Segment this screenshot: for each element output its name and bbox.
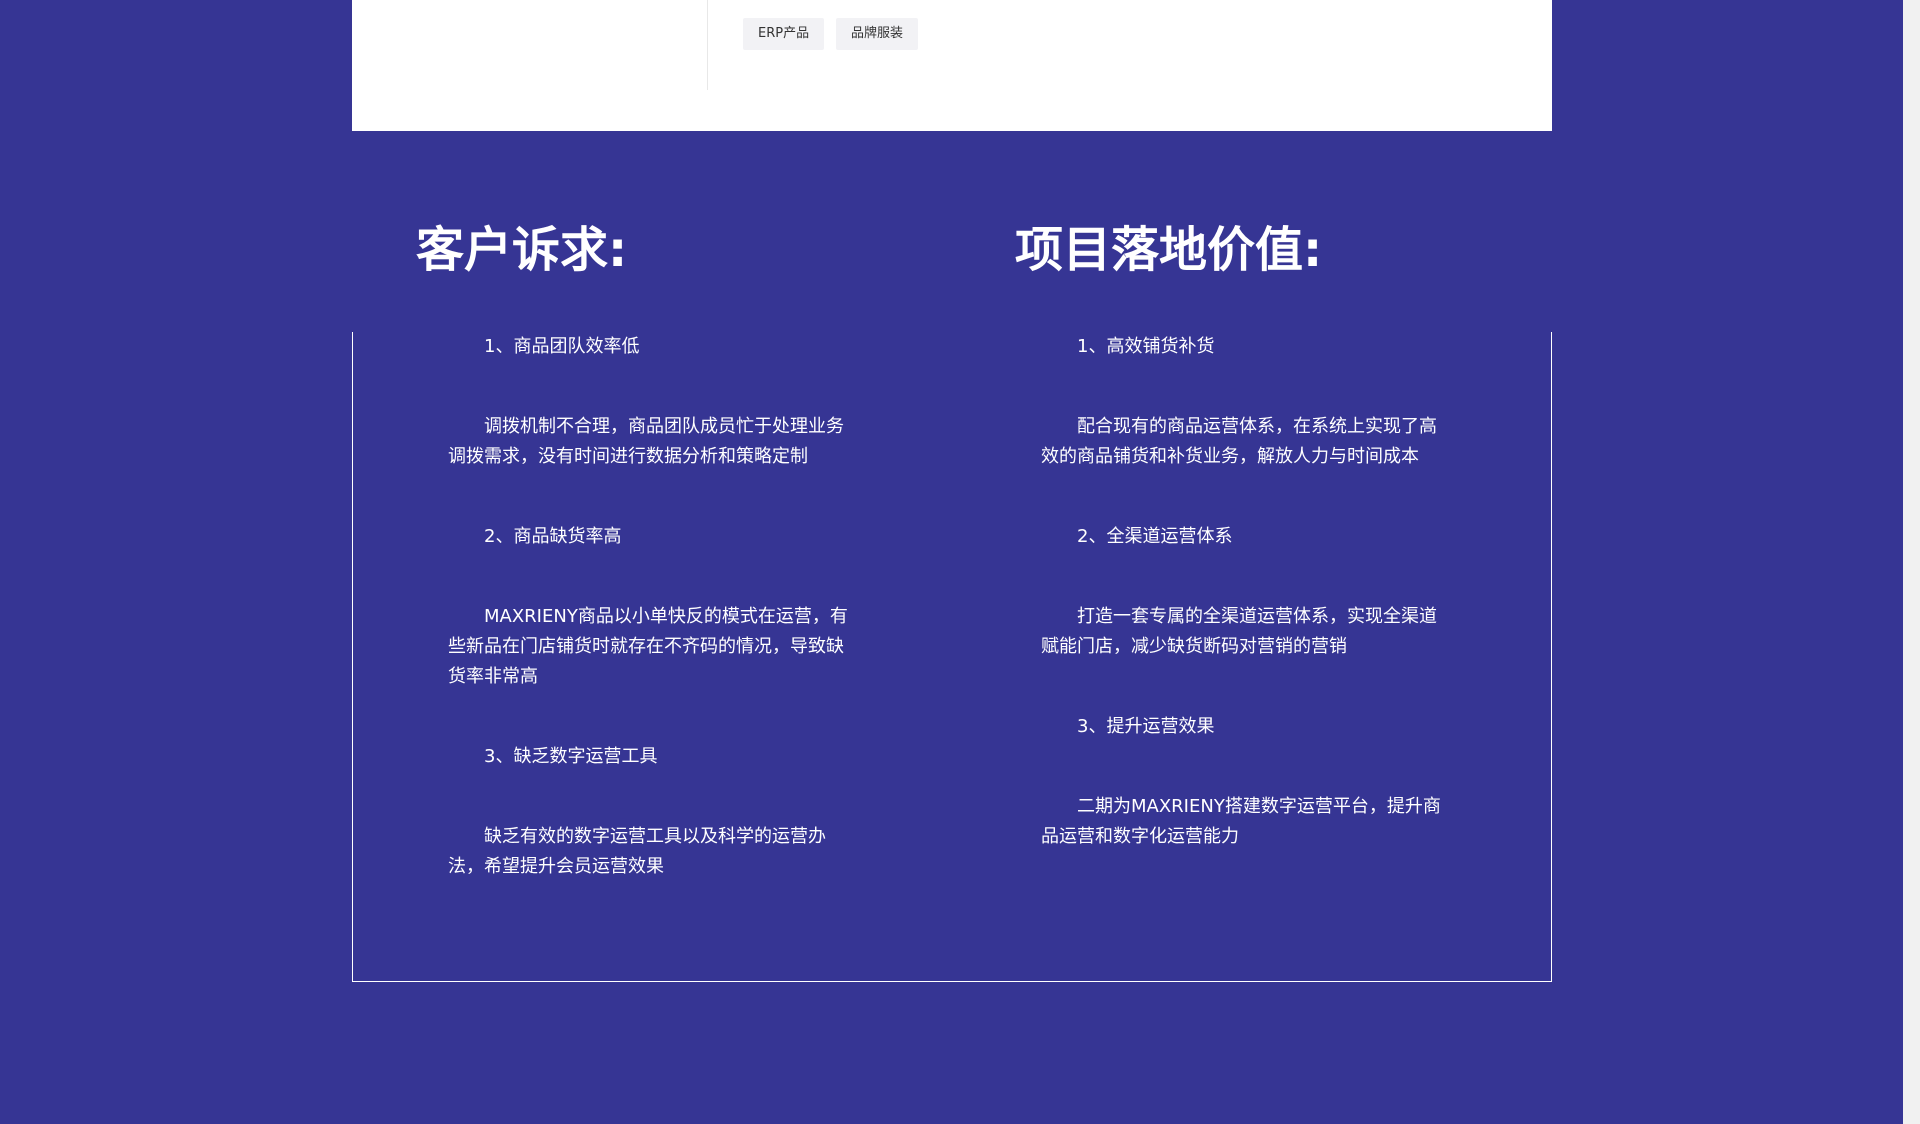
project-value-list: 1、高效铺货补货 配合现有的商品运营体系，在系统上实现了高效的商品铺货和补货业务… xyxy=(1041,332,1451,902)
list-item: 3、缺乏数字运营工具 缺乏有效的数字运营工具以及科学的运营办法，希望提升会员运营… xyxy=(448,742,858,882)
tag-erp-product[interactable]: ERP产品 xyxy=(743,18,825,50)
need-title-2: 2、商品缺货率高 xyxy=(484,526,622,547)
need-title-3: 3、缺乏数字运营工具 xyxy=(484,746,658,767)
value-title-2: 2、全渠道运营体系 xyxy=(1077,526,1233,547)
page-scrollbar[interactable] xyxy=(1903,0,1920,1124)
list-item: 2、全渠道运营体系 打造一套专属的全渠道运营体系，实现全渠道赋能门店，减少缺货断… xyxy=(1041,522,1451,662)
list-item: 3、提升运营效果 二期为MAXRIENY搭建数字运营平台，提升商品运营和数字化运… xyxy=(1041,712,1451,852)
card-divider xyxy=(707,0,708,90)
need-desc-1: 调拨机制不合理，商品团队成员忙于处理业务调拨需求，没有时间进行数据分析和策略定制 xyxy=(448,416,844,467)
value-desc-2: 打造一套专属的全渠道运营体系，实现全渠道赋能门店，减少缺货断码对营销的营销 xyxy=(1041,606,1437,657)
value-title-1: 1、高效铺货补货 xyxy=(1077,336,1215,357)
project-value-heading: 项目落地价值: xyxy=(1015,222,1323,278)
customer-needs-list: 1、商品团队效率低 调拨机制不合理，商品团队成员忙于处理业务调拨需求，没有时间进… xyxy=(448,332,858,932)
customer-needs-heading: 客户诉求: xyxy=(416,222,628,278)
tag-brand-apparel[interactable]: 品牌服装 xyxy=(836,18,919,50)
value-desc-3: 二期为MAXRIENY搭建数字运营平台，提升商品运营和数字化运营能力 xyxy=(1041,796,1441,847)
list-item: 1、高效铺货补货 配合现有的商品运营体系，在系统上实现了高效的商品铺货和补货业务… xyxy=(1041,332,1451,472)
case-info-card: ERP产品 品牌服装 xyxy=(352,0,1552,131)
need-title-1: 1、商品团队效率低 xyxy=(484,336,640,357)
value-desc-1: 配合现有的商品运营体系，在系统上实现了高效的商品铺货和补货业务，解放人力与时间成… xyxy=(1041,416,1437,467)
need-desc-3: 缺乏有效的数字运营工具以及科学的运营办法，希望提升会员运营效果 xyxy=(448,826,826,877)
value-title-3: 3、提升运营效果 xyxy=(1077,716,1215,737)
list-item: 2、商品缺货率高 MAXRIENY商品以小单快反的模式在运营，有些新品在门店铺货… xyxy=(448,522,858,692)
need-desc-2: MAXRIENY商品以小单快反的模式在运营，有些新品在门店铺货时就存在不齐码的情… xyxy=(448,606,848,687)
list-item: 1、商品团队效率低 调拨机制不合理，商品团队成员忙于处理业务调拨需求，没有时间进… xyxy=(448,332,858,472)
